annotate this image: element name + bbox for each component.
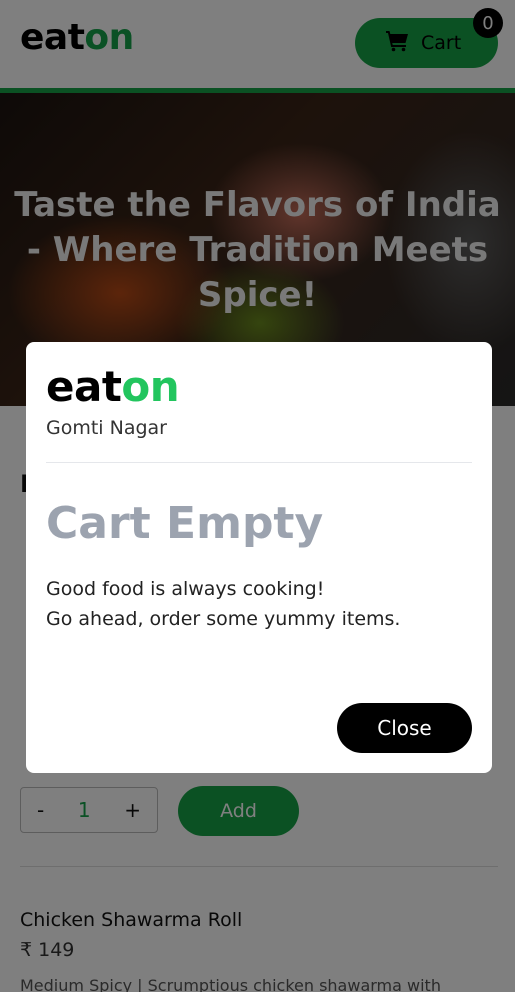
modal-divider — [46, 462, 472, 463]
restaurant-location: Gomti Nagar — [46, 417, 167, 439]
modal-message-line-2: Go ahead, order some yummy items. — [46, 608, 401, 630]
modal-message-line-1: Good food is always cooking! — [46, 578, 325, 600]
modal-logo-eat: eat — [46, 362, 122, 411]
close-button[interactable]: Close — [337, 703, 472, 753]
modal-title: Cart Empty — [46, 498, 324, 549]
cart-empty-modal: eaton Gomti Nagar Cart Empty Good food i… — [26, 342, 492, 773]
modal-logo-on: on — [121, 362, 180, 411]
modal-brand-logo: eaton — [46, 366, 180, 408]
